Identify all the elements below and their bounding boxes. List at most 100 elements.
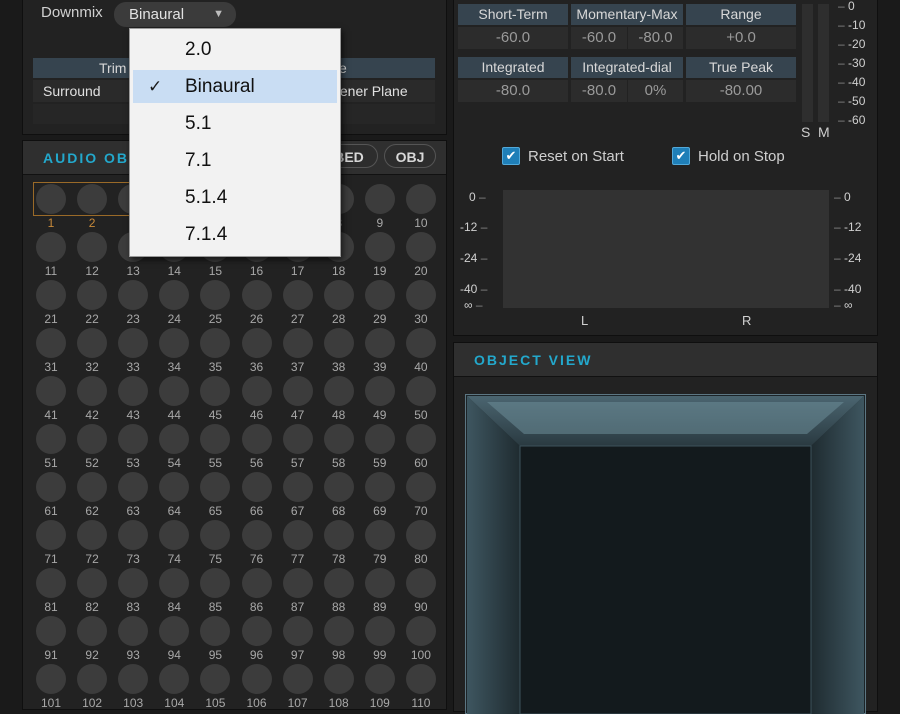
- audio-object-button[interactable]: [323, 616, 354, 646]
- audio-object-button[interactable]: [118, 328, 149, 358]
- audio-object-button[interactable]: [405, 424, 436, 454]
- audio-object-button[interactable]: [241, 280, 272, 310]
- reset-on-start-checkbox[interactable]: ✔: [502, 147, 520, 165]
- audio-object-button[interactable]: [282, 568, 313, 598]
- meter-scale-label: -12: [844, 220, 862, 234]
- audio-object-button[interactable]: [36, 472, 66, 502]
- audio-object-button[interactable]: [241, 568, 272, 598]
- audio-object-button[interactable]: [77, 280, 108, 310]
- audio-object-button[interactable]: [77, 184, 108, 214]
- audio-object-button[interactable]: [364, 184, 395, 214]
- object-view-room[interactable]: [465, 394, 866, 714]
- audio-object-button[interactable]: [323, 280, 354, 310]
- audio-object-button[interactable]: [241, 472, 272, 502]
- audio-object-button[interactable]: [77, 568, 108, 598]
- audio-object-button[interactable]: [241, 664, 272, 694]
- audio-object-button[interactable]: [118, 376, 149, 406]
- audio-object-button[interactable]: [323, 472, 354, 502]
- audio-object-button[interactable]: [77, 472, 108, 502]
- audio-object-button[interactable]: [118, 664, 149, 694]
- audio-object-button[interactable]: [405, 184, 436, 214]
- audio-object-button[interactable]: [405, 376, 436, 406]
- downmix-option-7-1-4[interactable]: 7.1.4: [133, 218, 337, 251]
- audio-object-button[interactable]: [405, 616, 436, 646]
- audio-object-button[interactable]: [77, 664, 108, 694]
- audio-object-button[interactable]: [323, 664, 354, 694]
- audio-object-button[interactable]: [364, 424, 395, 454]
- audio-object-button[interactable]: [36, 184, 66, 214]
- audio-object-button[interactable]: [282, 424, 313, 454]
- audio-object-button[interactable]: [364, 664, 395, 694]
- audio-object-button[interactable]: [323, 520, 354, 550]
- audio-object-button[interactable]: [405, 472, 436, 502]
- audio-object-button[interactable]: [323, 328, 354, 358]
- downmix-selected-value: Binaural: [129, 6, 185, 23]
- audio-object-button[interactable]: [118, 280, 149, 310]
- audio-object-button[interactable]: [36, 568, 66, 598]
- audio-object-button[interactable]: [282, 328, 313, 358]
- audio-object-button[interactable]: [405, 328, 436, 358]
- audio-object-button[interactable]: [77, 376, 108, 406]
- audio-object-button[interactable]: [405, 280, 436, 310]
- audio-object-number: 85: [208, 600, 223, 614]
- audio-object-button[interactable]: [77, 424, 108, 454]
- audio-object-button[interactable]: [77, 328, 108, 358]
- obj-button[interactable]: OBJ: [384, 144, 436, 168]
- audio-object-button[interactable]: [364, 568, 395, 598]
- downmix-option-5-1[interactable]: 5.1: [133, 107, 337, 140]
- audio-object-button[interactable]: [282, 616, 313, 646]
- audio-object-button[interactable]: [364, 280, 395, 310]
- audio-object-button[interactable]: [405, 232, 436, 262]
- audio-object-number: 87: [290, 600, 305, 614]
- audio-object-button[interactable]: [36, 376, 66, 406]
- audio-object-button[interactable]: [282, 376, 313, 406]
- audio-object-button[interactable]: [364, 232, 395, 262]
- audio-object-button[interactable]: [323, 568, 354, 598]
- audio-object-button[interactable]: [241, 328, 272, 358]
- meter-scale-label: -24: [844, 251, 862, 265]
- audio-object-button[interactable]: [364, 520, 395, 550]
- audio-object-button[interactable]: [364, 616, 395, 646]
- audio-object-button[interactable]: [36, 424, 66, 454]
- audio-object-button[interactable]: [118, 616, 149, 646]
- downmix-option-binaural[interactable]: ✓ Binaural: [133, 70, 337, 103]
- audio-object-button[interactable]: [364, 376, 395, 406]
- audio-object-button[interactable]: [405, 568, 436, 598]
- audio-object-button[interactable]: [241, 616, 272, 646]
- hold-on-stop-checkbox[interactable]: ✔: [672, 147, 690, 165]
- scale-label: -50: [848, 94, 866, 108]
- audio-object-button[interactable]: [36, 616, 66, 646]
- audio-object-button[interactable]: [77, 232, 108, 262]
- audio-object-button[interactable]: [405, 520, 436, 550]
- audio-object-button[interactable]: [282, 520, 313, 550]
- downmix-option-5-1-4[interactable]: 5.1.4: [133, 181, 337, 214]
- audio-object-button[interactable]: [77, 520, 108, 550]
- audio-object-button[interactable]: [36, 520, 66, 550]
- audio-object-button[interactable]: [241, 520, 272, 550]
- downmix-option-2-0[interactable]: 2.0: [133, 33, 337, 66]
- downmix-option-7-1[interactable]: 7.1: [133, 144, 337, 177]
- audio-object-button[interactable]: [77, 616, 108, 646]
- audio-object-button[interactable]: [36, 664, 66, 694]
- audio-object-button[interactable]: [282, 664, 313, 694]
- audio-object-button[interactable]: [405, 664, 436, 694]
- audio-object-button[interactable]: [282, 472, 313, 502]
- audio-object-button[interactable]: [364, 472, 395, 502]
- audio-object-button[interactable]: [364, 328, 395, 358]
- audio-object-button[interactable]: [282, 280, 313, 310]
- audio-object-button[interactable]: [323, 376, 354, 406]
- audio-object-button[interactable]: [118, 472, 149, 502]
- trim-surround-cell[interactable]: Surround: [43, 80, 101, 102]
- audio-object-button[interactable]: [36, 232, 66, 262]
- audio-object-button[interactable]: [118, 568, 149, 598]
- audio-object-button[interactable]: [118, 424, 149, 454]
- audio-object-button[interactable]: [323, 424, 354, 454]
- audio-object-number: 1: [47, 216, 55, 230]
- audio-object-number: 68: [332, 504, 346, 518]
- audio-object-button[interactable]: [241, 424, 272, 454]
- audio-object-button[interactable]: [36, 280, 66, 310]
- downmix-combo[interactable]: Binaural ▼: [114, 2, 236, 27]
- audio-object-button[interactable]: [118, 520, 149, 550]
- audio-object-button[interactable]: [36, 328, 66, 358]
- audio-object-button[interactable]: [241, 376, 272, 406]
